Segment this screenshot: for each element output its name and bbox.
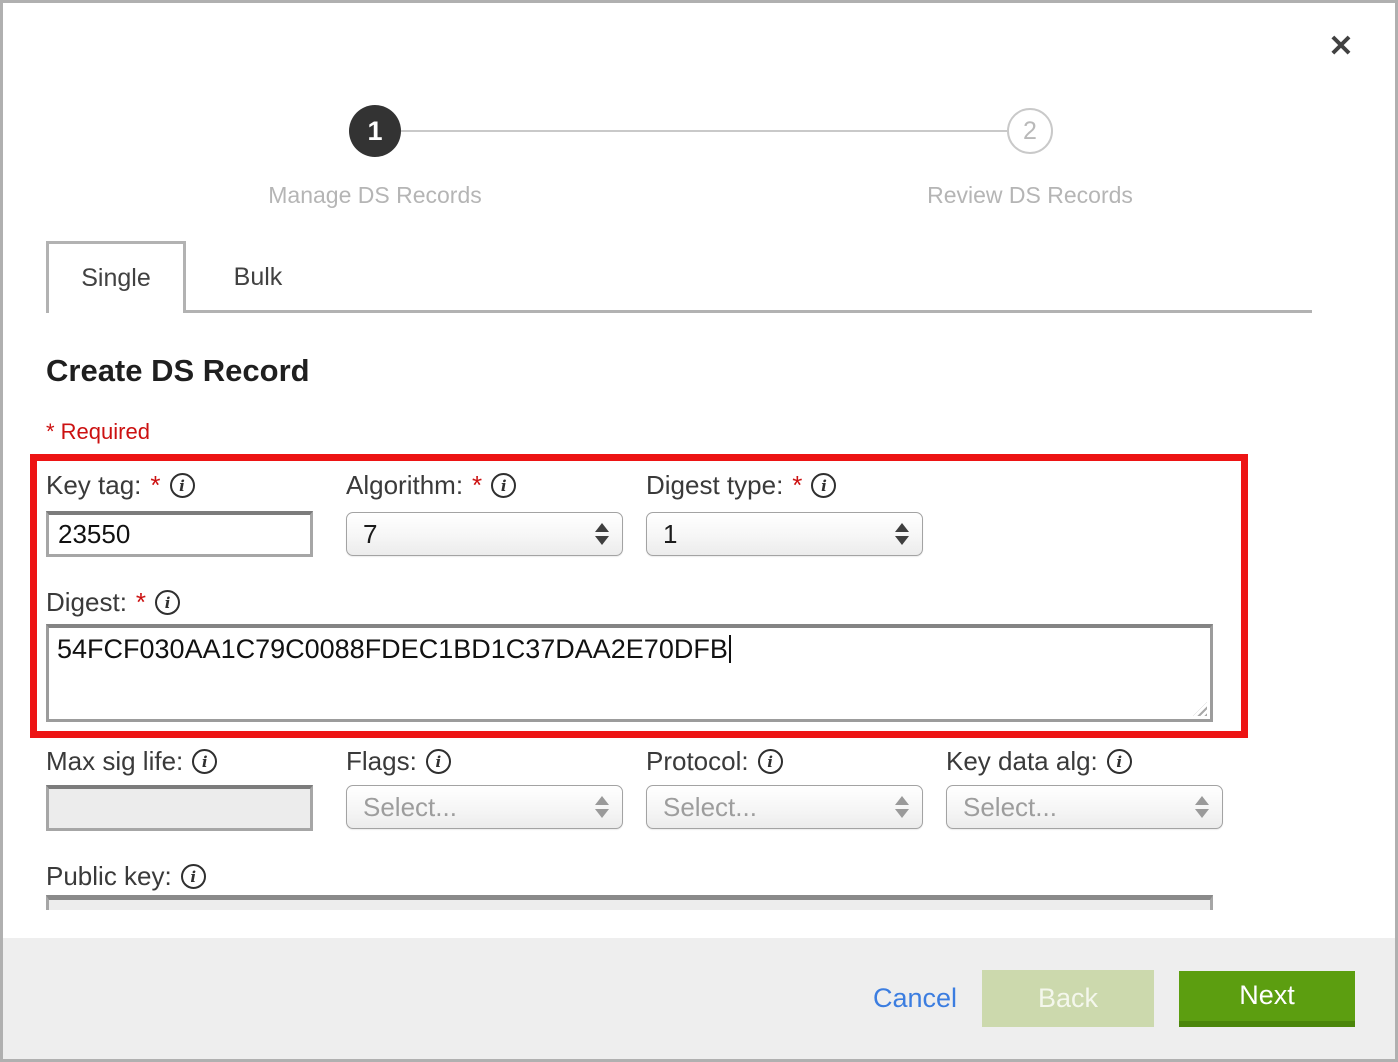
stepper-connector-line xyxy=(401,130,1007,132)
info-icon[interactable]: i xyxy=(192,749,217,774)
resize-handle-icon[interactable] xyxy=(1193,702,1207,716)
step-2-circle: 2 xyxy=(1007,108,1053,154)
info-icon[interactable]: i xyxy=(181,864,206,889)
arrow-down-icon xyxy=(595,536,609,545)
required-asterisk: * xyxy=(792,470,802,501)
max-sig-life-label: Max sig life: i xyxy=(46,746,217,777)
algorithm-select[interactable]: 7 xyxy=(346,512,623,556)
required-asterisk: * xyxy=(136,587,146,618)
arrow-down-icon xyxy=(895,809,909,818)
algorithm-label: Algorithm: * i xyxy=(346,470,516,501)
tab-bulk[interactable]: Bulk xyxy=(186,241,330,313)
protocol-select[interactable]: Select... xyxy=(646,785,923,829)
flags-label-text: Flags: xyxy=(346,746,417,777)
arrow-down-icon xyxy=(595,809,609,818)
dropdown-arrows-icon xyxy=(595,796,609,818)
tab-bar: Single Bulk xyxy=(46,241,1312,313)
dialog-footer: Cancel Back Next xyxy=(3,938,1395,1059)
arrow-up-icon xyxy=(895,796,909,805)
dropdown-arrows-icon xyxy=(895,523,909,545)
dropdown-arrows-icon xyxy=(895,796,909,818)
algorithm-select-value: 7 xyxy=(363,519,377,550)
info-icon[interactable]: i xyxy=(1107,749,1132,774)
step-1-label: Manage DS Records xyxy=(268,182,482,209)
flags-select[interactable]: Select... xyxy=(346,785,623,829)
info-icon[interactable]: i xyxy=(170,473,195,498)
arrow-down-icon xyxy=(895,536,909,545)
arrow-up-icon xyxy=(895,523,909,532)
flags-label: Flags: i xyxy=(346,746,451,777)
digest-label-text: Digest: xyxy=(46,587,127,618)
public-key-label-text: Public key: xyxy=(46,861,172,892)
digest-type-select[interactable]: 1 xyxy=(646,512,923,556)
flags-select-value: Select... xyxy=(363,792,457,823)
max-sig-life-label-text: Max sig life: xyxy=(46,746,183,777)
protocol-label: Protocol: i xyxy=(646,746,783,777)
arrow-up-icon xyxy=(1195,796,1209,805)
key-data-alg-label: Key data alg: i xyxy=(946,746,1132,777)
next-button[interactable]: Next xyxy=(1179,971,1355,1027)
info-icon[interactable]: i xyxy=(155,590,180,615)
dropdown-arrows-icon xyxy=(595,523,609,545)
info-icon[interactable]: i xyxy=(491,473,516,498)
public-key-label: Public key: i xyxy=(46,861,206,892)
arrow-up-icon xyxy=(595,523,609,532)
info-icon[interactable]: i xyxy=(426,749,451,774)
key-tag-label: Key tag: * i xyxy=(46,470,195,501)
info-icon[interactable]: i xyxy=(811,473,836,498)
arrow-down-icon xyxy=(1195,809,1209,818)
info-icon[interactable]: i xyxy=(758,749,783,774)
digest-type-select-value: 1 xyxy=(663,519,677,550)
required-asterisk: * xyxy=(150,470,160,501)
arrow-up-icon xyxy=(595,796,609,805)
key-data-alg-select-value: Select... xyxy=(963,792,1057,823)
key-tag-label-text: Key tag: xyxy=(46,470,141,501)
create-ds-record-dialog: ✕ 1 2 Manage DS Records Review DS Record… xyxy=(0,0,1398,1062)
digest-label: Digest: * i xyxy=(46,587,180,618)
digest-textarea[interactable]: 54FCF030AA1C79C0088FDEC1BD1C37DAA2E70DFB xyxy=(46,624,1213,722)
digest-type-label: Digest type: * i xyxy=(646,470,836,501)
protocol-label-text: Protocol: xyxy=(646,746,749,777)
algorithm-label-text: Algorithm: xyxy=(346,470,463,501)
digest-type-label-text: Digest type: xyxy=(646,470,783,501)
key-data-alg-select[interactable]: Select... xyxy=(946,785,1223,829)
required-asterisk: * xyxy=(472,470,482,501)
text-caret xyxy=(729,635,731,663)
digest-textarea-value: 54FCF030AA1C79C0088FDEC1BD1C37DAA2E70DFB xyxy=(57,634,728,664)
step-2-label: Review DS Records xyxy=(927,182,1133,209)
tab-single[interactable]: Single xyxy=(46,241,186,313)
public-key-textarea[interactable] xyxy=(46,895,1213,910)
key-tag-input[interactable] xyxy=(46,511,313,557)
dropdown-arrows-icon xyxy=(1195,796,1209,818)
max-sig-life-input xyxy=(46,785,313,831)
step-1-circle: 1 xyxy=(349,105,401,157)
required-note: * Required xyxy=(46,419,150,445)
page-title: Create DS Record xyxy=(46,353,310,389)
close-icon[interactable]: ✕ xyxy=(1323,29,1359,65)
back-button[interactable]: Back xyxy=(982,970,1154,1027)
cancel-button[interactable]: Cancel xyxy=(873,983,957,1014)
protocol-select-value: Select... xyxy=(663,792,757,823)
key-data-alg-label-text: Key data alg: xyxy=(946,746,1098,777)
